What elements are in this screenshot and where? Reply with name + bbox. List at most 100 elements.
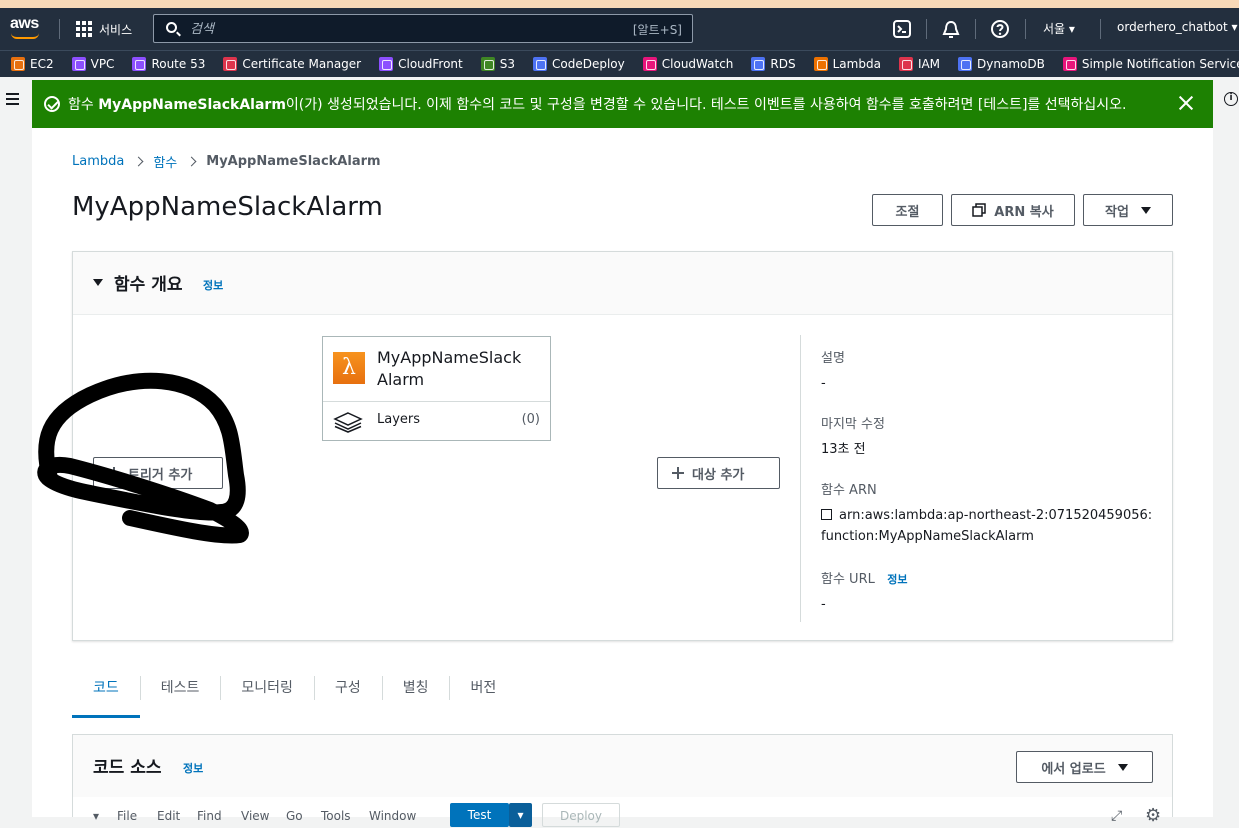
bookmark-label: EC2: [30, 57, 54, 71]
info-panel-icon[interactable]: i: [1224, 92, 1238, 106]
service-icon: [813, 57, 828, 71]
throttle-label: 조절: [895, 204, 920, 220]
tab-3[interactable]: 구성: [313, 668, 382, 718]
bookmark-label: VPC: [90, 57, 115, 71]
bookmark-cloudfront[interactable]: CloudFront: [379, 57, 463, 71]
ide-menu-item[interactable]: View: [241, 809, 269, 823]
account-menu[interactable]: orderhero_chatbot ▾: [1117, 20, 1238, 34]
bookmark-label: CloudFront: [398, 57, 463, 71]
function-url-value: -: [821, 597, 826, 612]
layers-row[interactable]: Layers (0): [323, 402, 550, 441]
copy-arn-button[interactable]: ARN 복사: [951, 194, 1075, 226]
services-label: 서비스: [99, 22, 133, 37]
service-icon: [533, 57, 548, 71]
add-destination-label: 대상 추가: [692, 467, 745, 483]
actions-label: 작업: [1105, 204, 1129, 220]
tab-5[interactable]: 버전: [449, 668, 517, 718]
bookmark-label: Lambda: [832, 57, 881, 71]
tab-0[interactable]: 코드: [72, 668, 140, 718]
ide-menu-item[interactable]: Tools: [321, 809, 351, 823]
bookmark-dynamodb[interactable]: DynamoDB: [958, 57, 1045, 71]
code-source-info-link[interactable]: 정보: [183, 760, 203, 776]
menu-icon[interactable]: [6, 93, 19, 105]
tab-2[interactable]: 모니터링: [220, 668, 314, 718]
overview-header[interactable]: 함수 개요 정보: [73, 252, 1172, 315]
layers-label: Layers: [377, 412, 421, 427]
function-node-name: MyAppNameSlack Alarm: [377, 348, 522, 389]
bookmark-label: Route 53: [151, 57, 206, 71]
nav-divider: [1025, 19, 1026, 39]
code-source-title: 코드 소스: [93, 758, 162, 778]
add-destination-button[interactable]: 대상 추가: [657, 457, 780, 489]
cloudshell-icon[interactable]: [892, 19, 912, 39]
description-value: -: [821, 376, 826, 391]
nav-divider: [926, 19, 927, 39]
bookmark-certificate-manager[interactable]: Certificate Manager: [223, 57, 361, 71]
tab-1[interactable]: 테스트: [139, 668, 221, 718]
test-dropdown-button[interactable]: ▾: [509, 803, 532, 827]
bell-icon[interactable]: [941, 19, 961, 39]
bookmark-route-53[interactable]: Route 53: [132, 57, 205, 71]
ide-menu-item[interactable]: File: [117, 809, 137, 823]
bookmark-iam[interactable]: IAM: [898, 57, 940, 71]
actions-button[interactable]: 작업: [1083, 194, 1173, 226]
search-input[interactable]: [190, 20, 590, 38]
bookmark-vpc[interactable]: VPC: [71, 57, 115, 71]
function-tabs: 코드 테스트 모니터링 구성 별칭 버전: [72, 668, 517, 718]
ide-menu-item[interactable]: Edit: [157, 809, 180, 823]
breadcrumb-current: MyAppNameSlackAlarm: [206, 154, 381, 169]
ide-menu-item[interactable]: Go: [286, 809, 303, 823]
ide-menu-bar: ▾ File Edit Find View Go Tools Window: [73, 801, 1172, 823]
test-button[interactable]: Test: [450, 803, 509, 827]
bookmark-cloudwatch[interactable]: CloudWatch: [642, 57, 733, 71]
upload-from-label: 에서 업로드: [1041, 761, 1106, 777]
bookmark-simple-notification-service[interactable]: Simple Notification Service: [1062, 57, 1239, 71]
deploy-button[interactable]: Deploy: [542, 803, 620, 827]
fullscreen-icon[interactable]: ⤢: [1111, 808, 1122, 824]
service-icon: [751, 57, 766, 71]
description-field: 설명 -: [821, 347, 845, 394]
bookmark-ec2[interactable]: EC2: [11, 57, 54, 71]
throttle-button[interactable]: 조절: [872, 194, 943, 226]
bookmark-rds[interactable]: RDS: [751, 57, 796, 71]
function-arn-value: arn:aws:lambda:ap-northeast-2:0715204590…: [821, 508, 1153, 544]
bookmark-s3[interactable]: S3: [480, 57, 515, 71]
copy-icon[interactable]: [821, 509, 832, 520]
bookmark-codedeploy[interactable]: CodeDeploy: [533, 57, 625, 71]
search-icon: [166, 22, 177, 33]
overview-info-link[interactable]: 정보: [203, 277, 223, 293]
close-icon[interactable]: [1177, 94, 1195, 112]
function-url-info-link[interactable]: 정보: [887, 573, 907, 586]
favorites-bar: EC2 VPC Route 53 Certificate Manager CloudFr…: [0, 50, 1239, 77]
help-icon[interactable]: [990, 19, 1010, 39]
ide-menu-item[interactable]: Window: [369, 809, 416, 823]
grid-icon: [76, 21, 92, 37]
ide-menu-item[interactable]: Find: [197, 809, 222, 823]
function-node[interactable]: λ MyAppNameSlack Alarm Layers (0): [322, 336, 551, 441]
tab-4[interactable]: 별칭: [381, 668, 450, 718]
service-icon: [480, 57, 495, 71]
services-menu[interactable]: 서비스: [76, 19, 132, 39]
aws-logo[interactable]: aws: [10, 16, 44, 42]
region-selector[interactable]: 서울 ▾: [1043, 20, 1075, 37]
copy-arn-label: ARN 복사: [994, 204, 1054, 220]
service-icon: [71, 57, 86, 71]
breadcrumb-lambda[interactable]: Lambda: [72, 154, 124, 169]
nav-divider: [975, 19, 976, 39]
function-arn-field: 함수 ARN arn:aws:lambda:ap-northeast-2:071…: [821, 479, 1152, 547]
search-box[interactable]: [알트+S]: [153, 14, 693, 43]
layers-icon: [333, 412, 363, 433]
caret-down-icon[interactable]: [93, 279, 103, 286]
breadcrumb-functions[interactable]: 함수: [153, 152, 177, 171]
collapse-icon[interactable]: ▾: [93, 809, 99, 823]
bookmark-lambda[interactable]: Lambda: [813, 57, 881, 71]
bookmark-label: RDS: [770, 57, 796, 71]
add-trigger-button[interactable]: 트리거 추가: [93, 457, 223, 489]
gear-icon[interactable]: ⚙: [1145, 805, 1161, 826]
copy-icon: [972, 203, 987, 217]
service-icon: [223, 57, 238, 71]
function-url-field: 함수 URL 정보 -: [821, 568, 908, 615]
caret-down-icon: [1117, 763, 1128, 771]
upload-from-button[interactable]: 에서 업로드: [1016, 751, 1153, 783]
plus-icon: [108, 467, 120, 479]
